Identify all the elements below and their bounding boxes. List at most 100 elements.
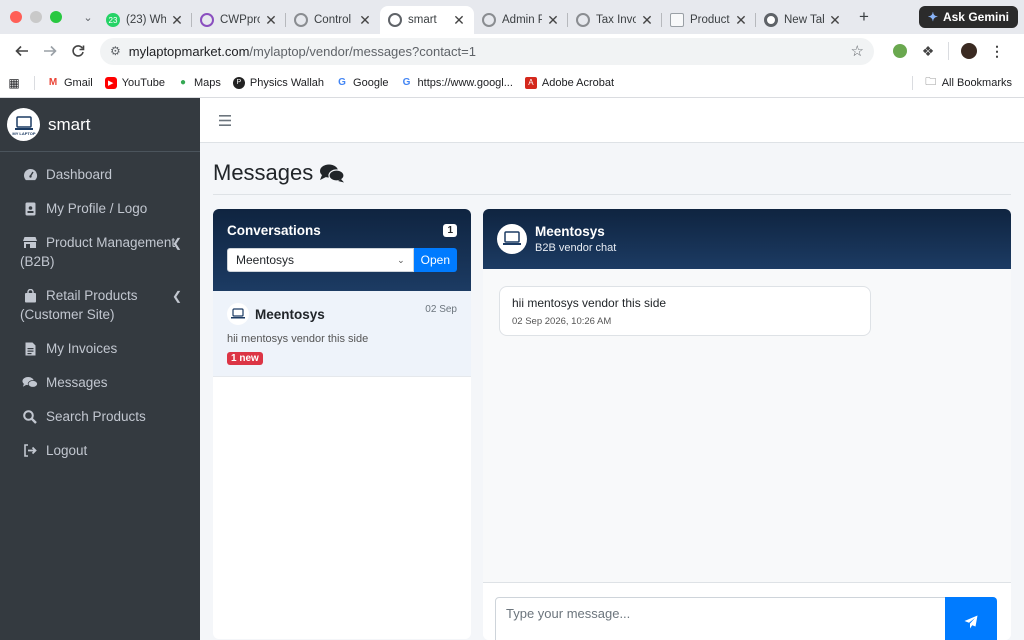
sidebar-item-search-products[interactable]: Search Products	[0, 400, 200, 434]
sidebar-item-retail-products[interactable]: Retail Products (Customer Site) ❮	[0, 279, 200, 332]
forward-arrow-icon	[44, 45, 57, 57]
chat-messages: hii mentosys vendor this side 02 Sep 202…	[483, 269, 1011, 582]
store-icon	[22, 233, 38, 252]
tab-tax-invoice[interactable]: Tax Invo ✕	[568, 7, 662, 33]
address-bar[interactable]: ⚙ mylaptopmarket.com/mylaptop/vendor/mes…	[100, 37, 874, 65]
tab-whatsapp[interactable]: 23 (23) Wh ✕	[98, 7, 192, 33]
extension-button[interactable]	[886, 37, 914, 65]
close-tab-icon[interactable]: ✕	[734, 12, 748, 29]
forward-button[interactable]	[36, 37, 64, 65]
chat-header: Meentosys B2B vendor chat	[483, 209, 1011, 269]
tab-control[interactable]: Control ✕	[286, 7, 380, 33]
bookmark-gmail[interactable]: M Gmail	[47, 77, 93, 89]
gmail-icon: M	[48, 77, 58, 88]
page-header: Messages	[213, 155, 1011, 195]
new-tab-button[interactable]: +	[850, 3, 878, 31]
close-tab-icon[interactable]: ✕	[170, 12, 184, 29]
back-button[interactable]	[8, 37, 36, 65]
bookmark-maps[interactable]: ● Maps	[177, 77, 221, 89]
globe-icon	[294, 13, 308, 27]
sidebar-item-label: Dashboard	[46, 167, 113, 182]
conversation-date: 02 Sep	[425, 304, 457, 315]
sidebar-toggle-button[interactable]	[219, 114, 231, 126]
close-tab-icon[interactable]: ✕	[546, 12, 560, 29]
ask-gemini-label: Ask Gemini	[942, 10, 1009, 24]
maximize-window-button[interactable]	[50, 11, 62, 23]
gemini-sparkle-icon: ✦	[927, 10, 938, 24]
reload-icon	[72, 45, 85, 57]
bookmark-adobe-acrobat[interactable]: A Adobe Acrobat	[524, 76, 614, 89]
close-tab-icon[interactable]: ✕	[640, 12, 654, 29]
bookmark-google[interactable]: G Google	[336, 77, 388, 89]
invoice-icon	[22, 339, 38, 358]
chat-card: Meentosys B2B vendor chat hii mentosys v…	[483, 209, 1011, 640]
sign-out-icon	[22, 441, 38, 460]
tab-smart[interactable]: smart ✕	[380, 6, 474, 34]
contact-select[interactable]: Meentosys ⌄	[227, 248, 414, 272]
bookmark-physics-wallah[interactable]: P Physics Wallah	[232, 76, 325, 89]
youtube-icon: ▶	[104, 76, 117, 89]
browser-toolbar: ⚙ mylaptopmarket.com/mylaptop/vendor/mes…	[0, 34, 1024, 68]
id-badge-icon	[22, 199, 38, 218]
page-favicon-icon	[670, 13, 684, 27]
sidebar-item-logout[interactable]: Logout	[0, 434, 200, 468]
close-tab-icon[interactable]: ✕	[358, 12, 372, 29]
profile-button[interactable]	[955, 37, 983, 65]
conversations-title: Conversations	[227, 223, 321, 238]
browser-tab-strip: ⌄ 23 (23) Wh ✕ CWPpro ✕ Control ✕ smart …	[0, 0, 1024, 34]
bookmark-label: Maps	[193, 76, 221, 89]
sidebar-item-label: My Invoices	[46, 341, 118, 356]
brand-link[interactable]: MY LAPTOP smart	[0, 98, 200, 152]
bookmark-star-icon[interactable]: ☆	[851, 42, 864, 60]
ask-gemini-button[interactable]: ✦ Ask Gemini	[918, 6, 1018, 28]
close-window-button[interactable]	[10, 11, 22, 23]
tab-search-chevron-icon[interactable]: ⌄	[78, 3, 98, 31]
bookmarks-bar: ▦ M Gmail ▶ YouTube ● Maps P Physics Wal…	[0, 68, 1024, 98]
message-timestamp: 02 Sep 2026, 10:26 AM	[512, 316, 612, 327]
send-button[interactable]	[945, 597, 997, 640]
tab-admin[interactable]: Admin P ✕	[474, 7, 568, 33]
conversation-list-item[interactable]: Meentosys 02 Sep hii mentosys vendor thi…	[213, 291, 471, 377]
close-tab-icon[interactable]: ✕	[264, 12, 278, 29]
page-title-wrap: Messages	[213, 160, 345, 190]
close-tab-icon[interactable]: ✕	[452, 12, 466, 29]
sidebar-item-invoices[interactable]: My Invoices	[0, 332, 200, 366]
kebab-menu-icon: ⋮	[990, 42, 1004, 59]
open-button[interactable]: Open	[413, 248, 457, 272]
sidebar-item-label-line2: (B2B)	[20, 254, 55, 269]
all-bookmarks-button[interactable]: 🗀 All Bookmarks	[925, 76, 1012, 89]
sidebar-item-product-management[interactable]: Product Management (B2B) ❮	[0, 226, 200, 279]
site-settings-icon[interactable]: ⚙	[110, 44, 121, 58]
sidebar-item-label: Logout	[46, 443, 88, 458]
bookmark-label: https://www.googl...	[417, 76, 513, 89]
tab-label: smart	[408, 14, 437, 26]
bookmark-label: Physics Wallah	[249, 76, 325, 89]
sidebar: MY LAPTOP smart Dashboard My Profile / L…	[0, 98, 200, 640]
brand-logo: MY LAPTOP	[7, 108, 40, 141]
new-messages-badge: 1 new	[227, 352, 263, 365]
apps-button[interactable]: ▦	[8, 76, 20, 90]
folder-icon: 🗀	[925, 76, 937, 88]
bookmark-youtube[interactable]: ▶ YouTube	[104, 76, 165, 89]
bookmark-google-url[interactable]: G https://www.googl...	[401, 77, 513, 89]
tab-cwppro[interactable]: CWPpro ✕	[192, 7, 286, 33]
whatsapp-icon: 23	[106, 13, 120, 27]
sidebar-item-profile[interactable]: My Profile / Logo	[0, 192, 200, 226]
url-host: mylaptopmarket.com	[128, 43, 250, 59]
extensions-puzzle-button[interactable]: ❖	[914, 37, 942, 65]
message-input[interactable]: Type your message...	[495, 597, 946, 640]
globe-icon	[388, 13, 402, 27]
tab-label: CWPpro	[220, 14, 260, 26]
maps-pin-icon: ●	[179, 77, 186, 88]
sidebar-item-messages[interactable]: Messages	[0, 366, 200, 400]
minimize-window-button[interactable]	[30, 11, 42, 23]
close-tab-icon[interactable]: ✕	[828, 12, 842, 29]
sidebar-item-dashboard[interactable]: Dashboard	[0, 158, 200, 192]
svg-text:MY LAPTOP: MY LAPTOP	[12, 131, 36, 136]
tab-product[interactable]: Product ✕	[662, 7, 756, 33]
contact-select-value: Meentosys	[236, 253, 295, 267]
reload-button[interactable]	[64, 37, 92, 65]
browser-menu-button[interactable]: ⋮	[983, 37, 1011, 65]
comments-icon	[319, 163, 345, 183]
tab-new-tab[interactable]: New Tab ✕	[756, 7, 850, 33]
